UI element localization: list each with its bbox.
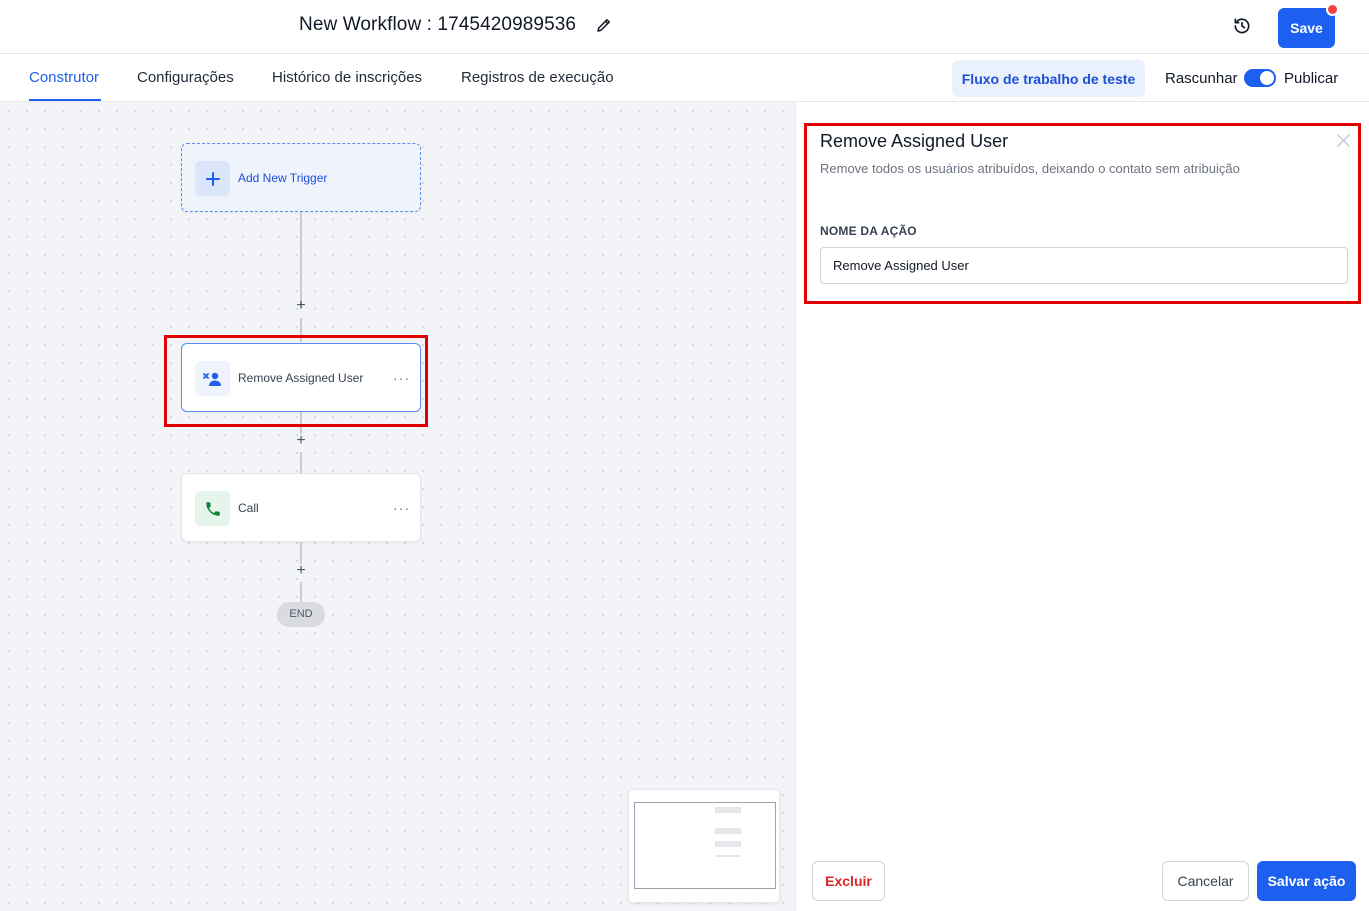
add-trigger-node[interactable]: Add New Trigger: [181, 143, 421, 212]
phone-icon: [195, 491, 230, 526]
minimap-viewport[interactable]: [634, 802, 776, 889]
more-options-icon[interactable]: ···: [393, 500, 410, 516]
connector-line: [300, 452, 302, 474]
action-name-input[interactable]: [820, 247, 1348, 284]
workflow-canvas[interactable]: + + + Add New Trigger Remove Assigned Us…: [0, 102, 795, 911]
action-settings-panel: Remove Assigned User Remove todos os usu…: [795, 102, 1369, 911]
tabs-bar: Construtor Configurações Histórico de in…: [0, 54, 1369, 102]
connector-line: [300, 582, 302, 602]
tab-registros[interactable]: Registros de execução: [461, 69, 614, 86]
panel-title: Remove Assigned User: [820, 131, 1009, 151]
node-label: Remove Assigned User: [238, 371, 364, 385]
panel-description: Remove todos os usuários atribuídos, dei…: [820, 161, 1240, 176]
plus-icon: [195, 161, 230, 196]
minimap-end: [715, 855, 741, 857]
active-tab-indicator: [29, 99, 101, 101]
node-label: Call: [238, 501, 259, 515]
pencil-icon[interactable]: [595, 16, 613, 34]
save-button[interactable]: Save: [1278, 8, 1335, 48]
top-bar: New Workflow : 1745420989536 Save: [0, 0, 1369, 54]
connector-line: [300, 318, 302, 342]
more-options-icon[interactable]: ···: [393, 370, 410, 386]
publish-toggle[interactable]: [1244, 69, 1276, 87]
trigger-label: Add New Trigger: [238, 171, 328, 185]
publish-label: Publicar: [1284, 70, 1339, 87]
add-step-button[interactable]: +: [293, 563, 309, 579]
action-node-remove-assigned-user[interactable]: Remove Assigned User ···: [181, 343, 421, 412]
close-icon[interactable]: [1336, 133, 1351, 148]
minimap[interactable]: [628, 789, 780, 903]
save-action-button[interactable]: Salvar ação: [1257, 861, 1356, 901]
action-name-label: NOME DA AÇÃO: [820, 224, 917, 238]
add-step-button[interactable]: +: [293, 433, 309, 449]
add-step-button[interactable]: +: [293, 298, 309, 314]
remove-user-icon: [195, 361, 230, 396]
cancel-button[interactable]: Cancelar: [1162, 861, 1249, 901]
delete-button[interactable]: Excluir: [812, 861, 885, 901]
minimap-node: [715, 828, 741, 834]
toggle-knob: [1260, 71, 1274, 85]
tab-historico[interactable]: Histórico de inscrições: [272, 69, 422, 86]
tab-construtor[interactable]: Construtor: [29, 69, 99, 86]
notification-dot: [1326, 3, 1339, 16]
test-workflow-button[interactable]: Fluxo de trabalho de teste: [952, 60, 1145, 97]
end-node: END: [277, 602, 325, 627]
history-icon[interactable]: [1232, 16, 1252, 36]
connector-line: [300, 412, 302, 434]
workflow-title: New Workflow : 1745420989536: [299, 14, 577, 35]
minimap-node: [715, 807, 741, 813]
connector-line: [300, 212, 302, 308]
connector-line: [300, 542, 302, 564]
tab-configuracoes[interactable]: Configurações: [137, 69, 234, 86]
action-node-call[interactable]: Call ···: [181, 473, 421, 542]
draft-label: Rascunhar: [1165, 70, 1238, 87]
minimap-node: [715, 841, 741, 847]
